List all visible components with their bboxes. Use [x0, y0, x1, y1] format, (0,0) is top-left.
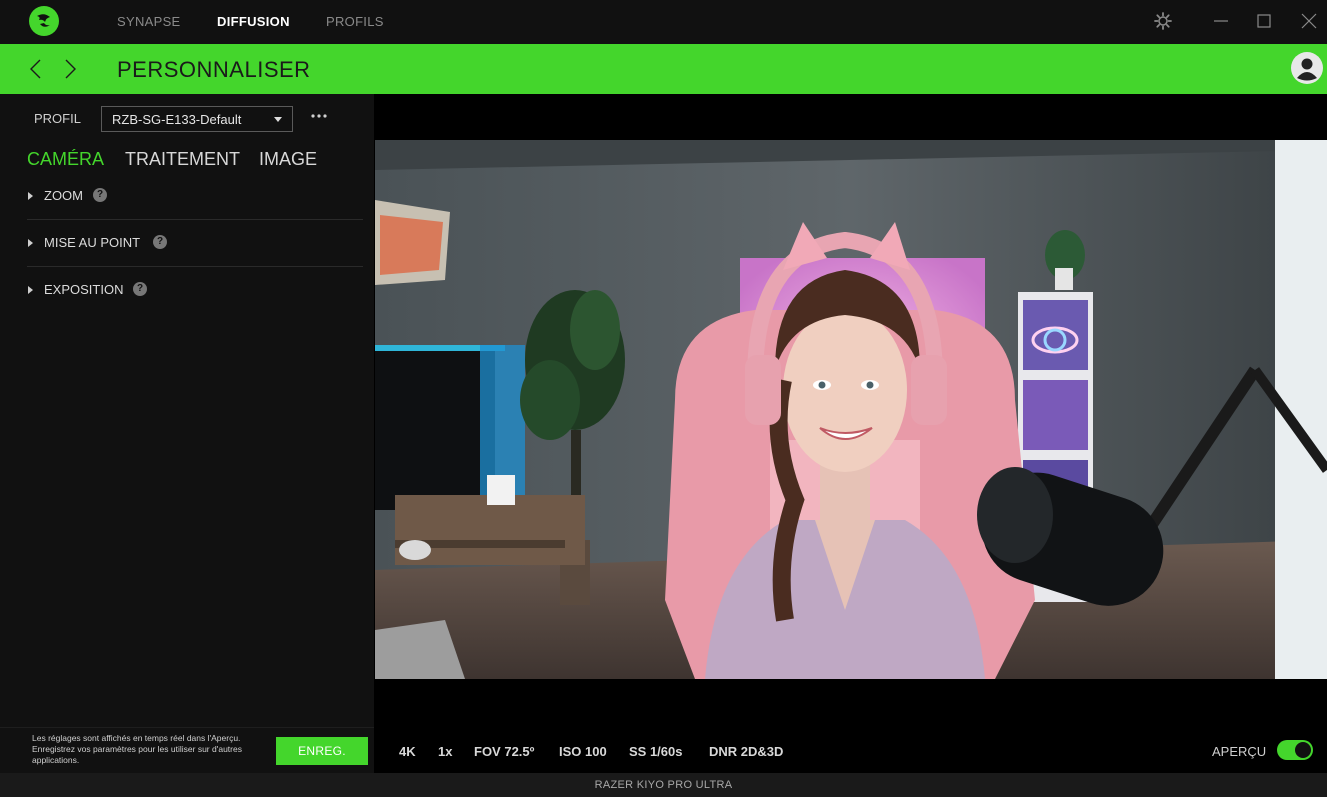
top-nav-bar: SYNAPSE DIFFUSION PROFILS: [0, 0, 1327, 44]
razer-logo-icon[interactable]: [28, 5, 60, 37]
section-exposition[interactable]: EXPOSITION ?: [0, 268, 374, 314]
close-icon[interactable]: [1298, 10, 1320, 32]
stat-zoom: 1x: [438, 744, 453, 759]
section-zoom[interactable]: ZOOM ?: [0, 174, 374, 220]
section-mise-au-point-label: MISE AU POINT: [44, 235, 141, 250]
back-arrow-icon[interactable]: [26, 56, 46, 82]
stat-iso: ISO 100: [559, 744, 607, 759]
camera-preview-image: [375, 140, 1327, 679]
preview-toggle[interactable]: [1277, 740, 1313, 760]
section-zoom-label: ZOOM: [44, 188, 83, 203]
save-panel: Les réglages sont affichés en temps réel…: [0, 727, 374, 774]
tab-camera[interactable]: CAMÉRA: [27, 149, 104, 170]
chevron-down-icon: [274, 117, 282, 122]
expand-arrow-icon: [28, 286, 33, 294]
device-name: RAZER KIYO PRO ULTRA: [594, 779, 733, 791]
nav-profils[interactable]: PROFILS: [326, 14, 384, 29]
section-exposition-label: EXPOSITION: [44, 282, 124, 297]
settings-sidebar: PROFIL RZB-SG-E133-Default CAMÉRA TRAITE…: [0, 94, 374, 773]
user-avatar-icon[interactable]: [1291, 52, 1323, 84]
tab-traitement[interactable]: TRAITEMENT: [125, 149, 240, 170]
info-text: Les réglages sont affichés en temps réel…: [32, 733, 242, 765]
stat-shutter: SS 1/60s: [629, 744, 683, 759]
nav-synapse[interactable]: SYNAPSE: [117, 14, 181, 29]
preview-toggle-label: APERÇU: [1212, 744, 1267, 759]
stat-dnr: DNR 2D&3D: [709, 744, 784, 759]
settings-gear-icon[interactable]: [1152, 10, 1174, 32]
toggle-knob: [1295, 742, 1311, 758]
more-options-icon[interactable]: [309, 108, 329, 124]
tab-image[interactable]: IMAGE: [259, 149, 317, 170]
help-icon[interactable]: ?: [93, 188, 107, 202]
page-title: PERSONNALISER: [117, 57, 311, 82]
divider: [27, 266, 363, 267]
nav-diffusion[interactable]: DIFFUSION: [217, 14, 290, 29]
status-bar: RAZER KIYO PRO ULTRA: [0, 773, 1327, 797]
divider: [27, 219, 363, 220]
maximize-icon[interactable]: [1253, 10, 1275, 32]
stat-fov: FOV 72.5º: [474, 744, 535, 759]
profile-dropdown[interactable]: RZB-SG-E133-Default: [101, 106, 293, 132]
profile-label: PROFIL: [34, 111, 81, 126]
stat-resolution: 4K: [399, 744, 416, 759]
section-mise-au-point[interactable]: MISE AU POINT ?: [0, 221, 374, 267]
help-icon[interactable]: ?: [153, 235, 167, 249]
save-button[interactable]: ENREG.: [276, 737, 368, 765]
minimize-icon[interactable]: [1210, 10, 1232, 32]
page-header: PERSONNALISER: [0, 44, 1327, 94]
help-icon[interactable]: ?: [133, 282, 147, 296]
expand-arrow-icon: [28, 239, 33, 247]
forward-arrow-icon[interactable]: [60, 56, 80, 82]
expand-arrow-icon: [28, 192, 33, 200]
profile-selected-value: RZB-SG-E133-Default: [112, 112, 242, 127]
preview-scene: [375, 140, 1327, 679]
